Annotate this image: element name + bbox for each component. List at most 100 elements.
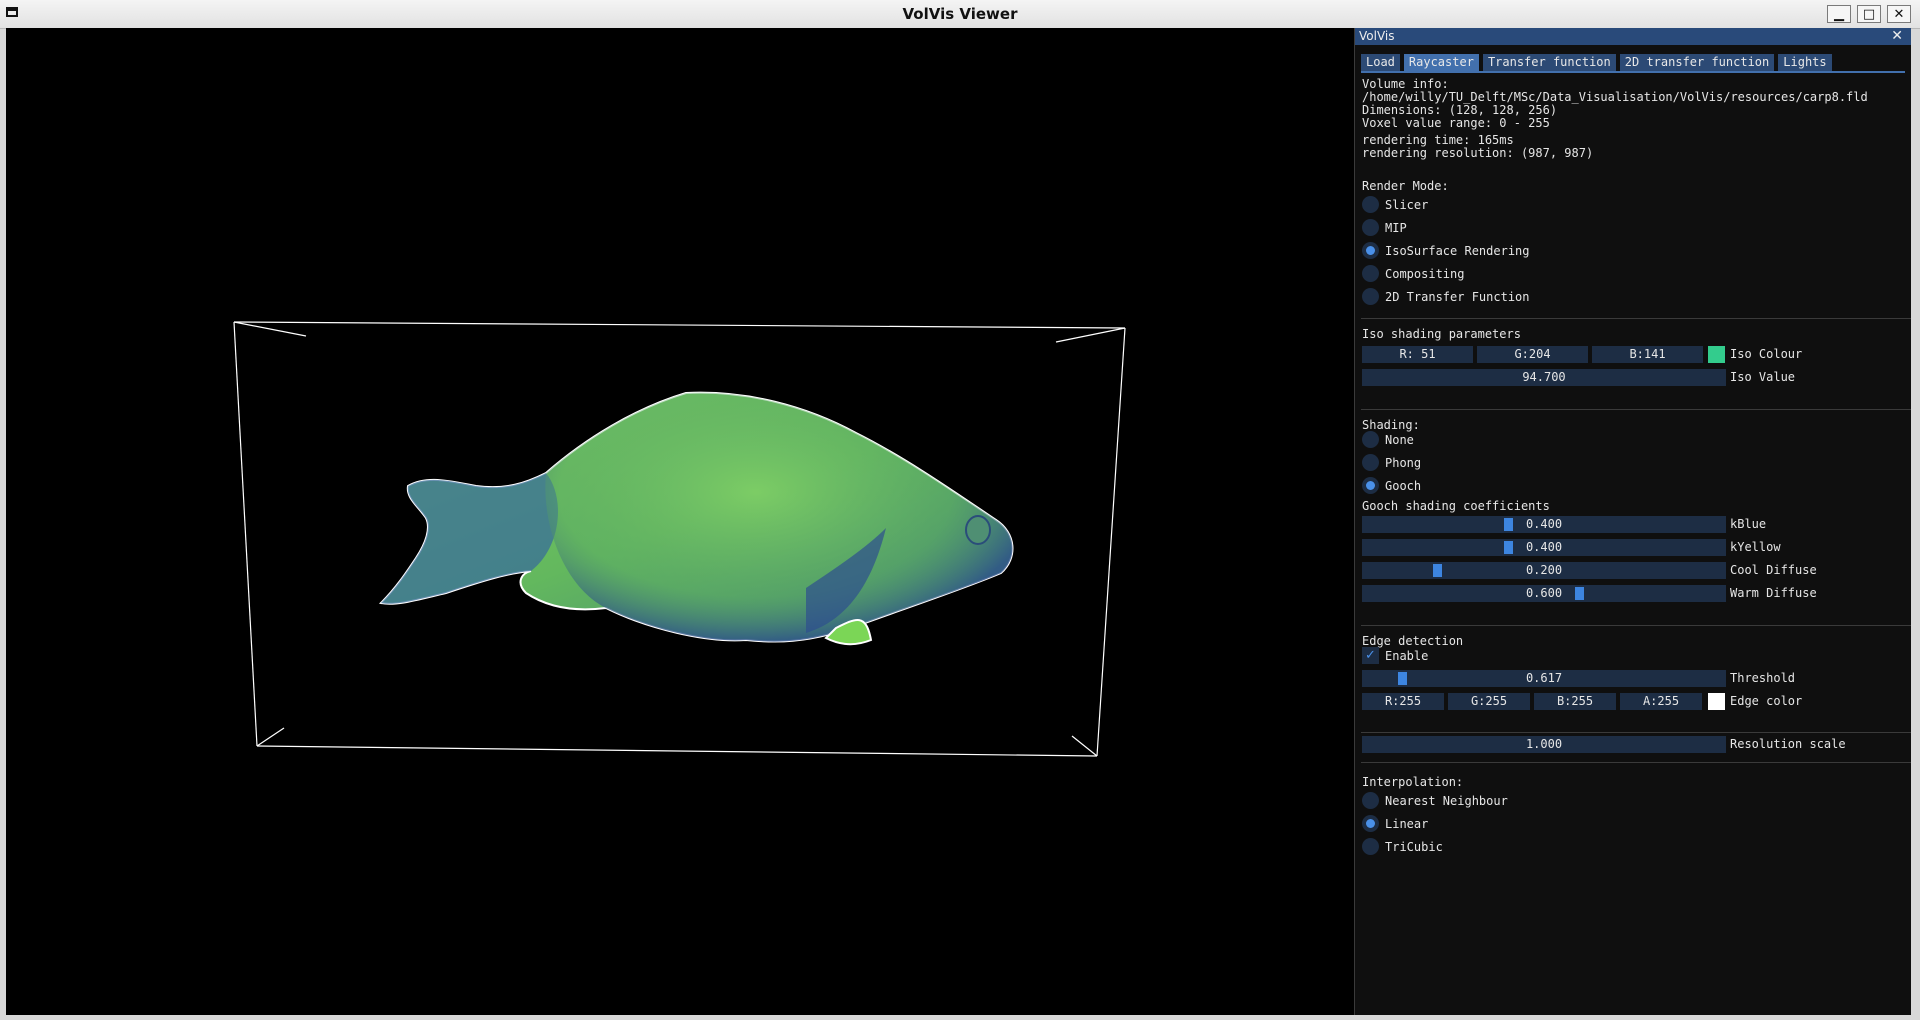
radio-2d-transfer-function[interactable]: 2D Transfer Function bbox=[1362, 288, 1530, 305]
radio-indicator-selected bbox=[1362, 242, 1379, 259]
resolution-scale-slider[interactable]: 1.000 bbox=[1362, 736, 1726, 753]
maximize-icon: □ bbox=[1862, 6, 1876, 22]
tab-underline bbox=[1361, 71, 1905, 73]
cool-diffuse-label: Cool Diffuse bbox=[1730, 563, 1817, 577]
slider-grab[interactable] bbox=[1504, 518, 1513, 531]
iso-shading-heading: Iso shading parameters bbox=[1362, 327, 1521, 341]
separator bbox=[1361, 318, 1911, 319]
close-window-button[interactable]: ✕ bbox=[1887, 5, 1911, 23]
tab-transfer-function[interactable]: Transfer function bbox=[1482, 54, 1616, 71]
radio-linear[interactable]: Linear bbox=[1362, 815, 1428, 832]
close-icon: ✕ bbox=[1893, 6, 1905, 22]
kblue-label: kBlue bbox=[1730, 517, 1767, 531]
kblue-slider[interactable]: 0.400 bbox=[1362, 516, 1726, 533]
warm-diffuse-slider[interactable]: 0.600 bbox=[1362, 585, 1726, 602]
radio-compositing[interactable]: Compositing bbox=[1362, 265, 1464, 282]
render-viewport[interactable] bbox=[6, 28, 1354, 1015]
radio-label: Slicer bbox=[1385, 197, 1429, 212]
slider-value: 0.400 bbox=[1525, 540, 1563, 554]
rendering-resolution: rendering resolution: (987, 987) bbox=[1362, 146, 1594, 160]
slider-value: 0.600 bbox=[1525, 586, 1563, 600]
iso-colour-swatch[interactable] bbox=[1708, 346, 1725, 363]
radio-label: MIP bbox=[1385, 220, 1407, 235]
radio-tricubic[interactable]: TriCubic bbox=[1362, 838, 1443, 855]
edge-threshold-slider[interactable]: 0.617 bbox=[1362, 670, 1726, 687]
voxel-value-range: Voxel value range: 0 - 255 bbox=[1362, 116, 1550, 130]
minimize-button[interactable]: ▁ bbox=[1827, 5, 1851, 23]
resolution-scale-label: Resolution scale bbox=[1730, 737, 1846, 751]
radio-indicator-selected bbox=[1362, 477, 1379, 494]
tab-bar: Load Raycaster Transfer function 2D tran… bbox=[1361, 54, 1832, 71]
slider-grab[interactable] bbox=[1575, 587, 1584, 600]
checkbox-label: Enable bbox=[1385, 648, 1429, 663]
radio-label: Nearest Neighbour bbox=[1385, 793, 1508, 808]
tab-load[interactable]: Load bbox=[1361, 54, 1400, 71]
separator bbox=[1361, 732, 1911, 733]
kyellow-slider[interactable]: 0.400 bbox=[1362, 539, 1726, 556]
iso-colour-label: Iso Colour bbox=[1730, 347, 1803, 361]
edge-color-a-field[interactable]: A:255 bbox=[1620, 693, 1702, 710]
radio-indicator bbox=[1362, 196, 1379, 213]
warm-diffuse-label: Warm Diffuse bbox=[1730, 586, 1817, 600]
radio-indicator bbox=[1362, 792, 1379, 809]
radio-slicer[interactable]: Slicer bbox=[1362, 196, 1428, 213]
separator bbox=[1361, 762, 1911, 763]
radio-label: 2D Transfer Function bbox=[1385, 289, 1530, 304]
radio-label: Phong bbox=[1385, 455, 1422, 470]
panel-close-icon[interactable]: ✕ bbox=[1891, 28, 1903, 44]
checkmark-icon: ✓ bbox=[1362, 647, 1379, 664]
render-mode-heading: Render Mode: bbox=[1362, 179, 1449, 193]
radio-label: None bbox=[1385, 432, 1414, 447]
edge-color-b-field[interactable]: B:255 bbox=[1534, 693, 1616, 710]
slider-grab[interactable] bbox=[1433, 564, 1442, 577]
iso-value-label: Iso Value bbox=[1730, 370, 1796, 384]
iso-colour-g-field[interactable]: G:204 bbox=[1477, 346, 1588, 363]
iso-colour-r-field[interactable]: R: 51 bbox=[1362, 346, 1473, 363]
separator bbox=[1361, 409, 1911, 410]
panel-titlebar[interactable]: VolVis ✕ bbox=[1355, 28, 1911, 45]
gooch-heading: Gooch shading coefficients bbox=[1362, 499, 1550, 513]
radio-isosurface[interactable]: IsoSurface Rendering bbox=[1362, 242, 1530, 259]
slider-value: 0.200 bbox=[1525, 563, 1563, 577]
radio-shading-gooch[interactable]: Gooch bbox=[1362, 477, 1421, 494]
threshold-label: Threshold bbox=[1730, 671, 1796, 685]
volvis-control-panel: VolVis ✕ Load Raycaster Transfer functio… bbox=[1354, 28, 1911, 1015]
volume-render-canvas bbox=[233, 321, 1126, 757]
radio-nearest-neighbour[interactable]: Nearest Neighbour bbox=[1362, 792, 1508, 809]
radio-label: Linear bbox=[1385, 816, 1429, 831]
window-titlebar[interactable]: VolVis Viewer ▁ □ ✕ bbox=[0, 0, 1920, 29]
edge-color-swatch[interactable] bbox=[1708, 693, 1725, 710]
radio-shading-phong[interactable]: Phong bbox=[1362, 454, 1421, 471]
radio-indicator bbox=[1362, 838, 1379, 855]
slider-value: 0.617 bbox=[1525, 671, 1563, 685]
radio-label: TriCubic bbox=[1385, 839, 1443, 854]
tab-2d-transfer-function[interactable]: 2D transfer function bbox=[1619, 54, 1775, 71]
radio-label: Compositing bbox=[1385, 266, 1465, 281]
slider-grab[interactable] bbox=[1398, 672, 1407, 685]
kyellow-label: kYellow bbox=[1730, 540, 1781, 554]
radio-label: Gooch bbox=[1385, 478, 1422, 493]
iso-colour-b-field[interactable]: B:141 bbox=[1592, 346, 1703, 363]
radio-label: IsoSurface Rendering bbox=[1385, 243, 1530, 258]
radio-indicator bbox=[1362, 454, 1379, 471]
edge-color-label: Edge color bbox=[1730, 694, 1803, 708]
panel-title: VolVis bbox=[1359, 29, 1395, 43]
fish-isosurface bbox=[378, 391, 1014, 646]
separator bbox=[1361, 625, 1911, 626]
minimize-icon: ▁ bbox=[1834, 6, 1844, 22]
edge-color-g-field[interactable]: G:255 bbox=[1448, 693, 1530, 710]
edge-enable-checkbox[interactable]: ✓ Enable bbox=[1362, 647, 1428, 664]
radio-indicator bbox=[1362, 219, 1379, 236]
radio-indicator-selected bbox=[1362, 815, 1379, 832]
tab-lights[interactable]: Lights bbox=[1778, 54, 1832, 71]
tab-raycaster[interactable]: Raycaster bbox=[1403, 54, 1479, 71]
cool-diffuse-slider[interactable]: 0.200 bbox=[1362, 562, 1726, 579]
slider-grab[interactable] bbox=[1504, 541, 1513, 554]
radio-shading-none[interactable]: None bbox=[1362, 431, 1414, 448]
edge-color-r-field[interactable]: R:255 bbox=[1362, 693, 1444, 710]
iso-value-slider[interactable]: 94.700 bbox=[1362, 369, 1726, 386]
maximize-button[interactable]: □ bbox=[1857, 5, 1881, 23]
radio-mip[interactable]: MIP bbox=[1362, 219, 1407, 236]
interpolation-heading: Interpolation: bbox=[1362, 775, 1464, 789]
slider-value: 0.400 bbox=[1525, 517, 1563, 531]
